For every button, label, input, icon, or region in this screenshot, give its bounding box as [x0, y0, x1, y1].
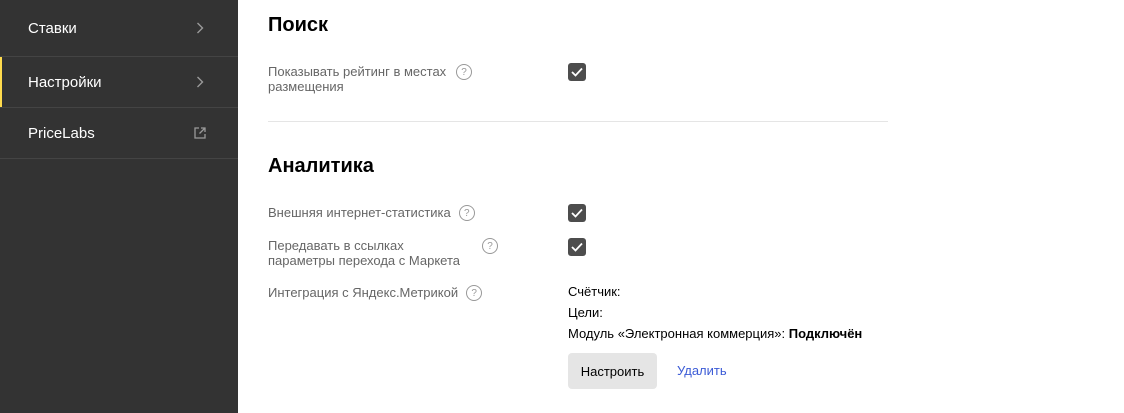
- external-stats-label: Внешняя интернет-статистика ?: [268, 205, 475, 221]
- sidebar-item-label: Настройки: [28, 73, 102, 91]
- help-icon[interactable]: ?: [482, 238, 498, 254]
- help-icon[interactable]: ?: [466, 285, 483, 301]
- section-title-analytics: Аналитика: [268, 155, 374, 177]
- help-icon[interactable]: ?: [456, 64, 472, 80]
- chevron-right-icon: [192, 74, 208, 90]
- configure-button[interactable]: Настроить: [568, 353, 657, 389]
- ecommerce-status: Подключён: [788, 326, 863, 341]
- rating-checkbox[interactable]: [568, 63, 586, 81]
- pass-params-checkbox[interactable]: [568, 238, 586, 256]
- sidebar-item-pricelabs[interactable]: PriceLabs: [0, 108, 238, 159]
- chevron-right-icon: [192, 20, 208, 36]
- settings-main: Поиск Показывать рейтинг в местах размещ…: [238, 0, 1124, 413]
- rating-setting-label: Показывать рейтинг в местах размещения ?: [268, 64, 488, 94]
- metrika-ecommerce: Модуль «Электронная коммерция»: Подключё…: [568, 326, 862, 341]
- help-icon[interactable]: ?: [458, 205, 475, 221]
- sidebar-item-label: PriceLabs: [28, 124, 95, 142]
- delete-link[interactable]: Удалить: [677, 363, 727, 378]
- sidebar-item-settings[interactable]: Настройки: [0, 57, 238, 108]
- metrika-label: Интеграция с Яндекс.Метрикой ?: [268, 285, 483, 301]
- ecommerce-label: Модуль «Электронная коммерция»:: [568, 326, 786, 341]
- section-title-search: Поиск: [268, 14, 329, 36]
- checkmark-icon: [571, 67, 583, 77]
- sidebar-item-label: Ставки: [28, 19, 77, 37]
- external-link-icon: [192, 125, 208, 141]
- metrika-counter: Счётчик:: [568, 284, 621, 299]
- app-root: Ставки Настройки PriceLabs Поиск Показыв…: [0, 0, 1124, 413]
- external-stats-checkbox[interactable]: [568, 204, 586, 222]
- sidebar: Ставки Настройки PriceLabs: [0, 0, 238, 413]
- sidebar-item-bids[interactable]: Ставки: [0, 0, 238, 57]
- checkmark-icon: [571, 242, 583, 252]
- metrika-goals: Цели:: [568, 305, 603, 320]
- section-divider: [268, 121, 888, 122]
- pass-params-label: Передавать в ссылках параметры перехода …: [268, 238, 508, 268]
- checkmark-icon: [571, 208, 583, 218]
